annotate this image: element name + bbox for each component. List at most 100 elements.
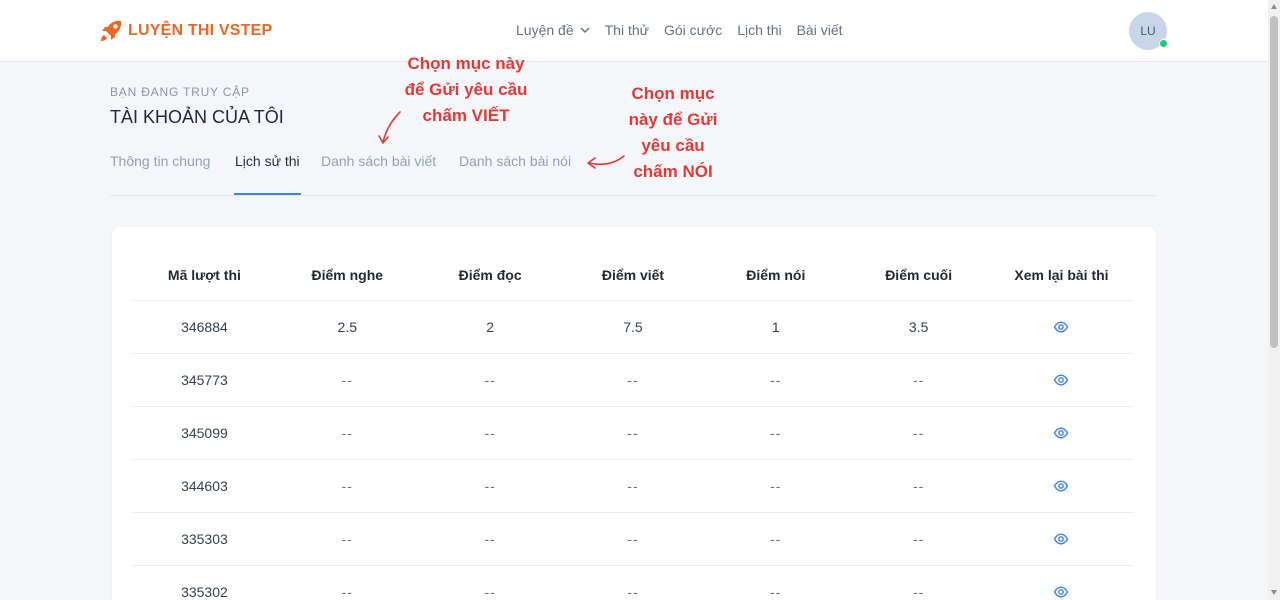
cell-id: 335303 — [181, 531, 228, 547]
cell-writing: -- — [627, 584, 639, 600]
cell-listening: 2.5 — [337, 319, 357, 335]
table-row: 345099 -- -- -- -- -- — [133, 407, 1133, 460]
brand-name: LUYỆN THI VSTEP — [128, 22, 273, 39]
scroll-down-arrow-icon[interactable] — [1271, 590, 1277, 595]
page-scrollbar[interactable] — [1268, 0, 1280, 600]
chevron-down-icon — [580, 27, 589, 34]
exam-history-card: Mã lượt thi Điểm nghe Điểm đọc Điểm viết… — [112, 227, 1156, 600]
nav-label: Lịch thi — [737, 22, 782, 38]
cell-listening: -- — [341, 425, 353, 441]
cell-speaking: -- — [770, 478, 782, 494]
cell-review — [990, 513, 1133, 565]
nav-label: Gói cước — [664, 22, 723, 38]
cell-reading: -- — [484, 478, 496, 494]
cell-reading: -- — [484, 584, 496, 600]
page-title: TÀI KHOẢN CỦA TÔI — [110, 107, 284, 127]
cell-writing: -- — [627, 478, 639, 494]
cell-speaking: 1 — [771, 319, 780, 335]
user-avatar[interactable]: LU — [1129, 12, 1168, 50]
nav-item-packages[interactable]: Gói cước — [664, 22, 722, 38]
eye-icon[interactable] — [1053, 584, 1069, 600]
cell-review — [990, 354, 1133, 406]
eye-icon[interactable] — [1053, 319, 1069, 335]
column-header: Điểm nghe — [311, 266, 384, 283]
cell-final: 3.5 — [908, 319, 929, 335]
cell-reading: -- — [484, 372, 496, 388]
cell-id: 335302 — [181, 584, 228, 600]
column-header: Điểm cuối — [885, 266, 953, 283]
eye-icon[interactable] — [1053, 531, 1069, 547]
exam-history-table: Mã lượt thi Điểm nghe Điểm đọc Điểm viết… — [133, 249, 1133, 600]
tab-exam-history[interactable]: Lịch sử thi — [234, 153, 301, 195]
cell-final: -- — [912, 584, 925, 600]
column-header: Xem lại bài thi — [1014, 266, 1109, 283]
top-header: LUYỆN THI VSTEP Luyện đề Thi thử Gói cướ… — [0, 0, 1268, 62]
cell-review — [990, 460, 1133, 512]
brand-logo[interactable]: LUYỆN THI VSTEP — [98, 18, 272, 44]
tab-writing-list[interactable]: Danh sách bài viết — [321, 153, 436, 195]
cell-reading: -- — [484, 425, 496, 441]
table-row: 345773 -- -- -- -- -- — [133, 354, 1133, 407]
cell-final: -- — [912, 478, 925, 494]
scroll-thumb[interactable] — [1270, 16, 1278, 348]
table-row: 344603 -- -- -- -- -- — [133, 460, 1133, 513]
cell-listening: -- — [341, 531, 353, 547]
annotation-arrow-icon — [378, 111, 401, 144]
cell-writing: -- — [627, 531, 639, 547]
rocket-icon — [101, 21, 121, 41]
cell-review — [990, 566, 1133, 600]
tab-speaking-list[interactable]: Danh sách bài nói — [459, 153, 571, 195]
cell-review — [990, 301, 1133, 353]
annotation-line: Chọn mục — [631, 84, 715, 103]
annotation-line: này để Gửi — [628, 110, 718, 129]
cell-speaking: -- — [770, 531, 782, 547]
table-row: 335303 -- -- -- -- -- — [133, 513, 1133, 566]
cell-speaking: -- — [770, 425, 782, 441]
tab-general-info[interactable]: Thông tin chung — [110, 153, 210, 195]
cell-reading: -- — [484, 531, 496, 547]
cell-listening: -- — [341, 584, 353, 600]
cell-final: -- — [912, 425, 925, 441]
eye-icon[interactable] — [1053, 425, 1069, 441]
cell-final: -- — [912, 372, 925, 388]
online-status-dot — [1159, 39, 1168, 48]
column-header: Mã lượt thi — [167, 266, 241, 283]
page-eyebrow: BẠN ĐANG TRUY CẬP — [110, 85, 250, 99]
cell-final: -- — [912, 531, 925, 547]
annotation-line: để Gửi yêu cầu — [404, 80, 528, 99]
scroll-up-arrow-icon[interactable] — [1271, 4, 1277, 9]
cell-listening: -- — [341, 478, 353, 494]
annotation-line: chấm NÓI — [633, 162, 713, 181]
column-header: Điểm viết — [601, 266, 665, 283]
cell-id: 345773 — [181, 372, 228, 388]
cell-id: 346884 — [181, 319, 228, 335]
column-header: Điểm nói — [746, 266, 806, 283]
eye-icon[interactable] — [1053, 478, 1069, 494]
table-body: 346884 2.5 2 7.5 1 3.5 345773 -- -- -- -- -- 345099 -… — [133, 301, 1133, 600]
annotation-line: Chọn mục này — [407, 54, 525, 73]
annotation-arrow-icon — [587, 155, 625, 169]
nav-item-practice[interactable]: Luyện đề — [516, 22, 590, 38]
nav-label: Bài viết — [796, 22, 843, 38]
nav-item-articles[interactable]: Bài viết — [797, 22, 843, 38]
cell-writing: 7.5 — [623, 319, 643, 335]
cell-id: 344603 — [181, 478, 228, 494]
cell-speaking: -- — [770, 372, 782, 388]
cell-writing: -- — [627, 425, 639, 441]
main-nav: Luyện đề Thi thử Gói cước Lịch thi Bài v… — [516, 22, 858, 38]
cell-review — [990, 407, 1133, 459]
table-row: 346884 2.5 2 7.5 1 3.5 — [133, 301, 1133, 354]
nav-item-exam-schedule[interactable]: Lịch thi — [737, 22, 781, 38]
cell-id: 345099 — [181, 425, 228, 441]
avatar-initials: LU — [1140, 24, 1156, 38]
cell-reading: 2 — [486, 319, 494, 335]
eye-icon[interactable] — [1053, 372, 1069, 388]
cell-writing: -- — [627, 372, 639, 388]
table-row: 335302 -- -- -- -- -- — [133, 566, 1133, 600]
cell-speaking: -- — [770, 584, 782, 600]
column-header: Điểm đọc — [458, 266, 522, 283]
nav-item-mock-test[interactable]: Thi thử — [605, 22, 649, 38]
nav-label: Thi thử — [604, 22, 649, 38]
cell-listening: -- — [341, 372, 353, 388]
table-header: Mã lượt thi Điểm nghe Điểm đọc Điểm viết… — [133, 249, 1133, 301]
